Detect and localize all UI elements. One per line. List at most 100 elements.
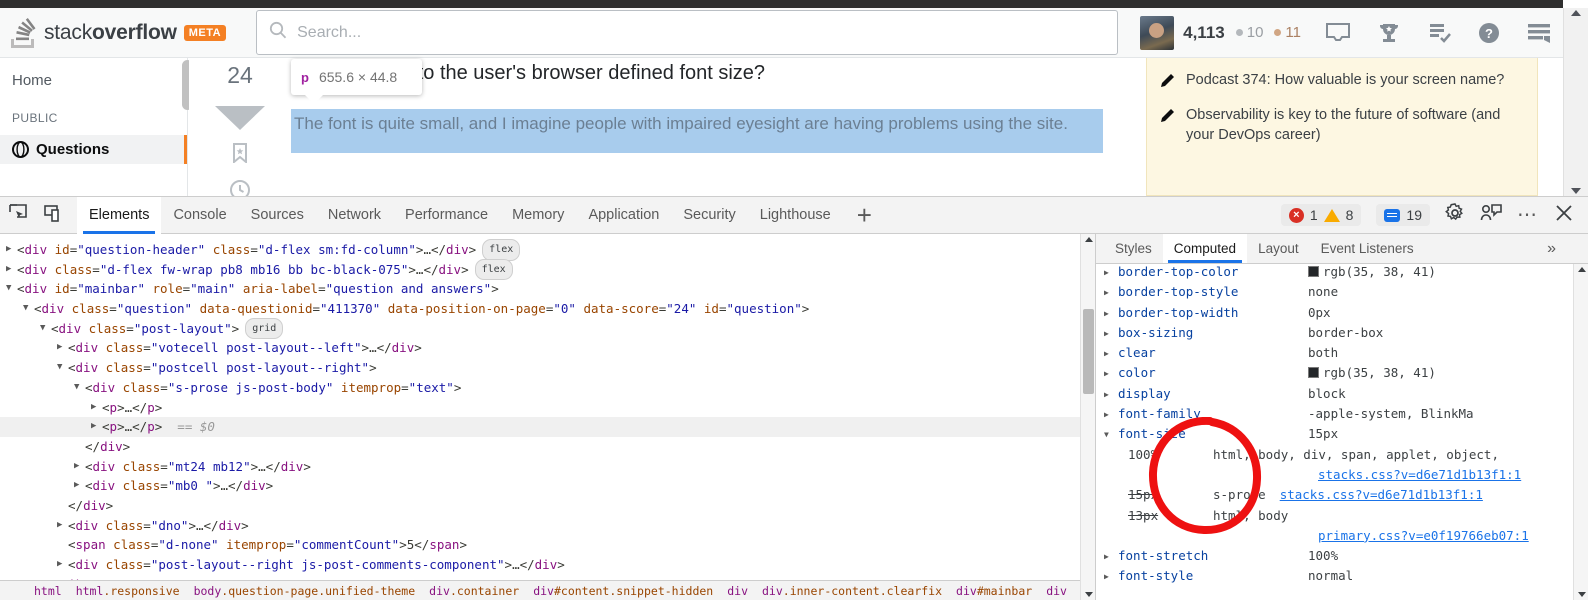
- computed-property-row[interactable]: font-stretch 100%: [1096, 548, 1573, 568]
- computed-property-row[interactable]: box-sizing border-box: [1096, 325, 1573, 345]
- computed-property-row[interactable]: font-size 15px: [1096, 426, 1573, 446]
- dom-node-row[interactable]: <div class="mt24 mb12">…</div>: [0, 457, 1095, 477]
- list-item[interactable]: Observability is key to the future of so…: [1161, 105, 1521, 145]
- flex-badge[interactable]: flex: [474, 258, 513, 281]
- dom-node-row[interactable]: <p>…</p> == $0: [0, 417, 1095, 437]
- inbox-icon[interactable]: [1325, 22, 1351, 44]
- collapse-twisty-icon[interactable]: [40, 319, 51, 339]
- more-options-button[interactable]: ⋯: [1517, 205, 1539, 225]
- breadcrumb-item[interactable]: div: [727, 584, 748, 598]
- tab-security[interactable]: Security: [671, 197, 747, 234]
- breadcrumb-item[interactable]: body.question-page.unified-theme: [194, 584, 416, 598]
- collapse-twisty-icon[interactable]: [74, 378, 85, 398]
- gear-icon[interactable]: [1445, 202, 1465, 228]
- tab-network[interactable]: Network: [316, 197, 393, 234]
- dom-node-row[interactable]: <div id="mainbar" role="main" aria-label…: [0, 279, 1095, 299]
- close-icon[interactable]: [1554, 203, 1574, 228]
- scrollbar-thumb[interactable]: [1083, 309, 1094, 394]
- computed-property-row[interactable]: border-top-width 0px: [1096, 305, 1573, 325]
- sidebar-item-home[interactable]: Home: [0, 58, 187, 89]
- expand-twisty-icon[interactable]: [1104, 365, 1118, 378]
- expand-twisty-icon[interactable]: [91, 417, 102, 437]
- bookmark-icon[interactable]: [232, 143, 248, 168]
- expand-twisty-icon[interactable]: [1104, 284, 1118, 297]
- breadcrumb-item[interactable]: div: [1046, 584, 1067, 598]
- tab-event-listeners[interactable]: Event Listeners: [1310, 234, 1425, 263]
- flex-badge[interactable]: flex: [482, 239, 521, 261]
- inspect-element-icon[interactable]: [8, 203, 28, 228]
- sidebar-item-questions[interactable]: Questions: [0, 135, 187, 164]
- expand-twisty-icon[interactable]: [74, 457, 85, 477]
- hamburger-icon[interactable]: [1527, 22, 1551, 44]
- expand-twisty-icon[interactable]: [57, 555, 68, 575]
- feedback-icon[interactable]: [1480, 203, 1502, 228]
- scroll-up-icon[interactable]: [1578, 267, 1586, 272]
- bronze-badge-count[interactable]: 11: [1274, 24, 1301, 41]
- dom-node-row[interactable]: <div class="question" data-questionid="4…: [0, 299, 1095, 319]
- history-icon[interactable]: [230, 180, 250, 196]
- grid-badge[interactable]: grid: [245, 317, 284, 340]
- breadcrumb-item[interactable]: div.container: [429, 584, 519, 598]
- expand-twisty-icon[interactable]: [6, 260, 17, 280]
- scroll-up-icon[interactable]: [1085, 237, 1093, 242]
- stylesheet-source-link[interactable]: primary.css?v=e0f19766eb07:1: [1318, 528, 1529, 543]
- computed-property-row[interactable]: border-top-style none: [1096, 284, 1573, 304]
- scroll-down-icon[interactable]: [1571, 188, 1581, 194]
- tab-memory[interactable]: Memory: [500, 197, 576, 234]
- trophy-icon[interactable]: [1377, 21, 1401, 45]
- tab-sources[interactable]: Sources: [239, 197, 316, 234]
- expand-twisty-icon[interactable]: [1104, 305, 1118, 318]
- tab-application[interactable]: Application: [576, 197, 671, 234]
- computed-property-row[interactable]: color rgb(35, 38, 41): [1096, 365, 1573, 385]
- scroll-down-icon[interactable]: [1085, 592, 1093, 597]
- expand-twisty-icon[interactable]: [1104, 264, 1118, 277]
- computed-property-row[interactable]: font-family -apple-system, BlinkMa: [1096, 406, 1573, 426]
- color-swatch-icon[interactable]: [1308, 266, 1319, 277]
- dom-node-row[interactable]: <div class="votecell post-layout--left">…: [0, 338, 1095, 358]
- expand-twisty-icon[interactable]: [57, 516, 68, 536]
- tab-layout[interactable]: Layout: [1247, 234, 1310, 263]
- computed-property-row[interactable]: display block: [1096, 386, 1573, 406]
- collapse-twisty-icon[interactable]: [57, 358, 68, 378]
- dom-node-row[interactable]: <div id="question-header" class="d-flex …: [0, 239, 1095, 261]
- dom-node-row[interactable]: <div class="d-flex fw-wrap pb8 mb16 bb b…: [0, 258, 1095, 281]
- page-scrollbar[interactable]: [1563, 8, 1588, 196]
- expand-twisty-icon[interactable]: [1104, 406, 1118, 419]
- expand-twisty-icon[interactable]: [57, 338, 68, 358]
- tab-console[interactable]: Console: [161, 197, 238, 234]
- dom-node-row[interactable]: <p>…</p>: [0, 398, 1095, 418]
- dom-node-row[interactable]: <div class="postcell post-layout--right"…: [0, 358, 1095, 378]
- breadcrumb-item[interactable]: html.responsive: [76, 584, 180, 598]
- dom-node-row[interactable]: <div class="dno">…</div>: [0, 516, 1095, 536]
- tab-lighthouse[interactable]: Lighthouse: [748, 197, 843, 234]
- dom-node-row[interactable]: <div class="post-layout"> grid: [0, 317, 1095, 340]
- add-panel-button[interactable]: +: [843, 202, 886, 228]
- expand-twisty-icon[interactable]: [74, 476, 85, 496]
- expand-twisty-icon[interactable]: [1104, 386, 1118, 399]
- stylesheet-source-link[interactable]: stacks.css?v=d6e71d1b13f1:1: [1318, 467, 1521, 482]
- scroll-up-icon[interactable]: [1571, 10, 1581, 16]
- tab-performance[interactable]: Performance: [393, 197, 500, 234]
- device-toolbar-icon[interactable]: [44, 203, 64, 228]
- issues-counter[interactable]: × 1 8: [1280, 204, 1362, 226]
- dom-node-row[interactable]: </div>: [0, 496, 1095, 516]
- messages-counter[interactable]: 19: [1376, 204, 1430, 226]
- breadcrumb-item[interactable]: div#content.snippet-hidden: [533, 584, 713, 598]
- computed-property-row[interactable]: clear both: [1096, 345, 1573, 365]
- breadcrumb-item[interactable]: div#mainbar: [956, 584, 1032, 598]
- breadcrumb-item[interactable]: div.inner-content.clearfix: [762, 584, 942, 598]
- collapse-twisty-icon[interactable]: [6, 279, 17, 299]
- expand-twisty-icon[interactable]: [1104, 345, 1118, 358]
- dom-node-row[interactable]: <span class="d-none" itemprop="commentCo…: [0, 535, 1095, 555]
- stylesheet-source-link[interactable]: stacks.css?v=d6e71d1b13f1:1: [1280, 487, 1483, 502]
- expand-twisty-icon[interactable]: [6, 240, 17, 260]
- review-icon[interactable]: [1427, 21, 1451, 45]
- dom-node-row[interactable]: <div class="post-layout--right js-post-c…: [0, 555, 1095, 575]
- downvote-button[interactable]: [215, 106, 265, 130]
- tab-styles[interactable]: Styles: [1104, 234, 1163, 263]
- dom-tree-scrollbar[interactable]: [1080, 234, 1095, 600]
- scroll-down-icon[interactable]: [1578, 592, 1586, 597]
- expand-twisty-icon[interactable]: [91, 398, 102, 418]
- expand-twisty-icon[interactable]: [1104, 548, 1118, 561]
- avatar[interactable]: [1140, 15, 1175, 50]
